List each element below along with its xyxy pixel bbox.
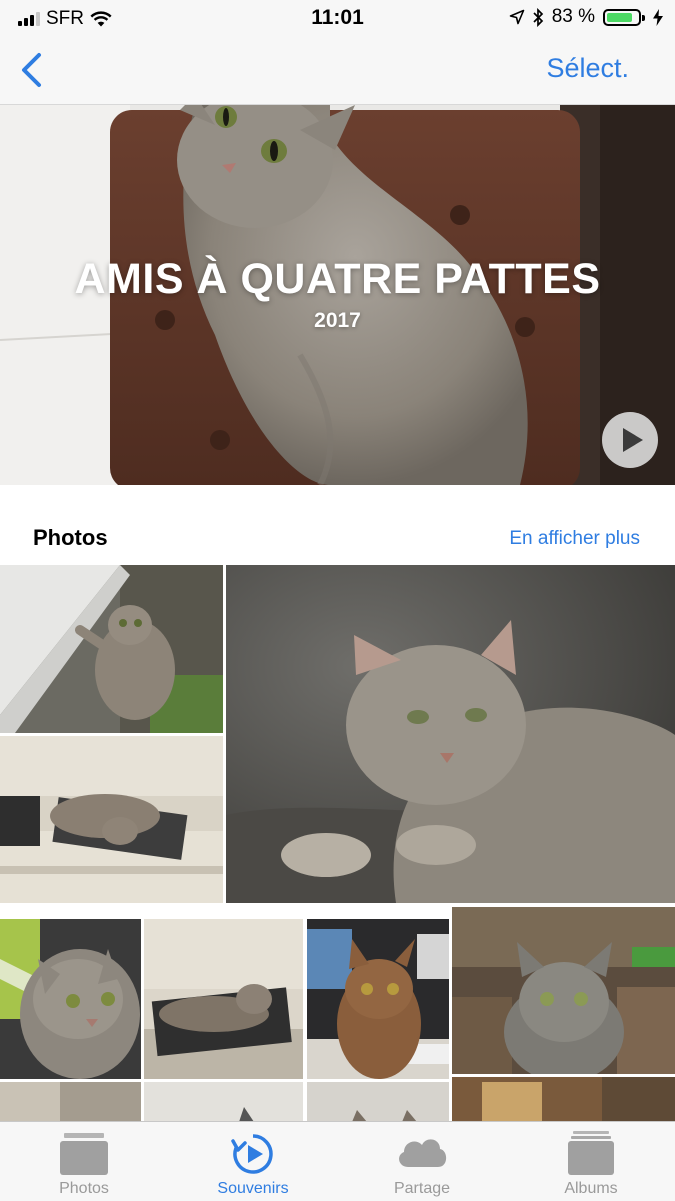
tab-bar: Photos Souvenirs Partage Albums xyxy=(0,1121,675,1201)
tab-albums[interactable]: Albums xyxy=(507,1122,675,1201)
memory-year: 2017 xyxy=(314,309,361,332)
tab-memories[interactable]: Souvenirs xyxy=(169,1122,337,1201)
chevron-left-icon xyxy=(22,53,41,87)
tab-label-memories: Souvenirs xyxy=(217,1180,289,1197)
photo-cat-portrait[interactable] xyxy=(0,919,141,1079)
cloud-icon xyxy=(399,1139,447,1167)
photo-partial[interactable] xyxy=(307,1082,449,1122)
memories-icon xyxy=(231,1134,273,1174)
location-icon xyxy=(509,9,524,25)
tab-shared[interactable]: Partage xyxy=(338,1122,506,1201)
photo-grey-cat-portrait[interactable] xyxy=(452,907,675,1074)
play-button[interactable] xyxy=(601,411,659,469)
nav-bar: Sélect. xyxy=(0,36,675,105)
memory-title: AMIS À QUATRE PATTES xyxy=(74,255,601,303)
bluetooth-icon xyxy=(533,7,543,27)
photos-section-header: Photos En afficher plus xyxy=(0,485,675,565)
battery-percent: 83 % xyxy=(551,6,595,27)
charging-icon xyxy=(653,8,663,26)
photo-cat-on-window[interactable] xyxy=(0,565,223,733)
battery-icon xyxy=(603,8,645,26)
photo-partial[interactable] xyxy=(0,1082,141,1122)
photo-cat-close-up-large[interactable] xyxy=(226,565,675,903)
tab-label-albums: Albums xyxy=(564,1180,618,1197)
section-title: Photos xyxy=(33,525,108,550)
photo-cat-on-chair[interactable] xyxy=(144,919,303,1079)
photo-cat-lying-on-desk[interactable] xyxy=(0,736,223,903)
photo-partial[interactable] xyxy=(144,1082,303,1122)
tab-label-shared: Partage xyxy=(393,1180,451,1197)
memory-cover[interactable]: AMIS À QUATRE PATTES 2017 xyxy=(0,105,675,485)
status-right: 83 % xyxy=(509,6,663,28)
show-more-link[interactable]: En afficher plus xyxy=(509,528,640,550)
select-button[interactable]: Sélect. xyxy=(546,53,629,84)
tab-label-photos: Photos xyxy=(59,1180,109,1197)
photos-stack-icon xyxy=(60,1133,108,1175)
back-button[interactable] xyxy=(18,52,48,88)
photo-partial[interactable] xyxy=(452,1077,675,1122)
status-bar: SFR 11:01 83 % xyxy=(0,0,675,36)
photo-ginger-cat[interactable] xyxy=(307,919,449,1079)
albums-icon xyxy=(568,1131,614,1175)
tab-photos[interactable]: Photos xyxy=(0,1122,168,1201)
play-icon xyxy=(602,412,658,468)
